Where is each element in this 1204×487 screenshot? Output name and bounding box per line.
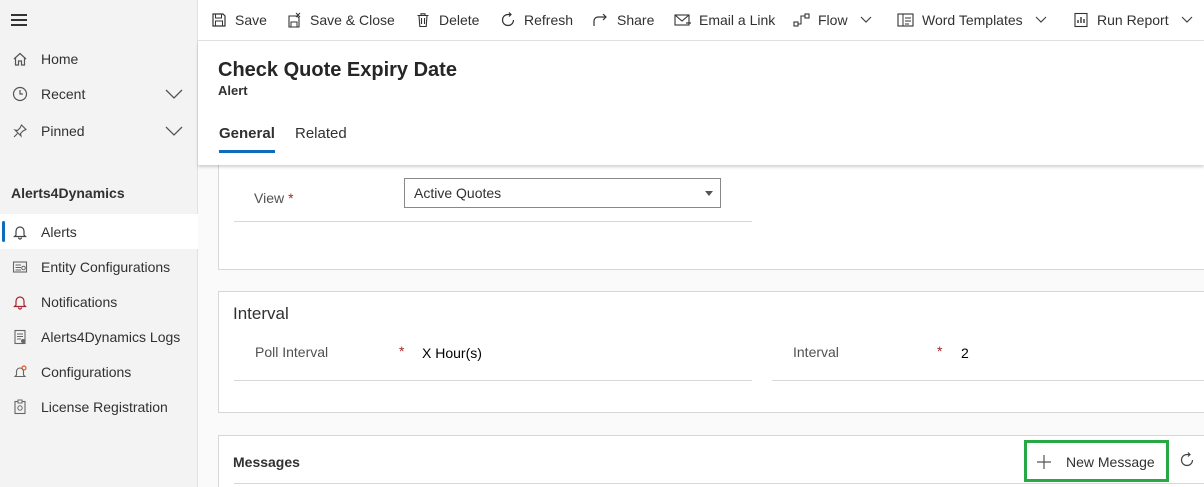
bell-icon (11, 293, 29, 311)
interval-section-title: Interval (233, 304, 289, 323)
sidebar-item-notifications[interactable]: Notifications (0, 284, 198, 319)
required-marker: * (937, 343, 943, 359)
chevron-down-icon[interactable] (1181, 16, 1193, 24)
save-close-icon (285, 11, 303, 29)
entity-type: Alert (218, 83, 248, 98)
chevron-down-icon[interactable] (164, 88, 184, 100)
sidebar-item-alerts[interactable]: Alerts (0, 214, 198, 249)
sidebar-item-label: Configurations (41, 363, 132, 380)
run-report-button[interactable]: Run Report (1072, 0, 1193, 40)
sidebar-item-label: Home (41, 50, 79, 67)
view-select[interactable]: Active Quotes (404, 178, 721, 208)
required-marker: * (399, 343, 405, 359)
sidebar-item-label: Alerts4Dynamics Logs (41, 328, 181, 345)
refresh-label: Refresh (524, 12, 574, 28)
sidebar-item-label: Pinned (41, 122, 85, 139)
report-icon (1072, 11, 1090, 29)
record-header: Check Quote Expiry Date Alert General Re… (198, 41, 1204, 165)
pin-icon (11, 122, 29, 140)
license-icon (11, 398, 29, 416)
view-select-value: Active Quotes (414, 185, 502, 201)
sidebar-item-entity-configurations[interactable]: Entity Configurations (0, 249, 198, 284)
settings-bell-icon (11, 363, 29, 381)
home-icon (11, 50, 29, 68)
sidebar-item-label: Entity Configurations (41, 258, 171, 275)
chevron-down-icon[interactable] (1035, 16, 1047, 24)
view-label-text: View (254, 190, 285, 206)
area-title: Alerts4Dynamics (11, 185, 125, 201)
word-template-icon (897, 11, 915, 29)
email-link-icon (674, 11, 692, 29)
new-message-button[interactable]: New Message (1024, 440, 1169, 482)
divider (234, 483, 1204, 484)
required-marker: * (288, 190, 294, 206)
sidebar-item-label: Notifications (41, 293, 118, 310)
sidebar-item-pinned[interactable]: Pinned (0, 113, 198, 148)
poll-interval-label: Poll Interval (255, 344, 329, 360)
new-message-label: New Message (1066, 454, 1155, 470)
interval-value[interactable]: 2 (961, 345, 969, 361)
command-bar: Save Save & Close Delete Refresh Share E… (198, 0, 1204, 41)
trash-icon (414, 11, 432, 29)
sidebar-item-logs[interactable]: Alerts4Dynamics Logs (0, 319, 198, 354)
poll-interval-value[interactable]: X Hour(s) (422, 345, 482, 361)
divider (772, 380, 1204, 381)
sidebar-item-recent[interactable]: Recent (0, 76, 198, 111)
share-button[interactable]: Share (592, 0, 654, 40)
page-title: Check Quote Expiry Date (218, 59, 457, 81)
delete-button[interactable]: Delete (414, 0, 479, 40)
sidebar-item-label: Alerts (41, 223, 77, 240)
chevron-down-icon[interactable] (860, 16, 872, 24)
email-link-label: Email a Link (699, 12, 776, 28)
refresh-icon[interactable] (1177, 450, 1197, 470)
view-label: View * (254, 190, 294, 206)
chevron-down-icon[interactable] (164, 125, 184, 137)
delete-label: Delete (439, 12, 480, 28)
sidebar: Home Recent Pinned Alerts4Dynamics Alert… (0, 0, 198, 487)
tab-general[interactable]: General (219, 125, 275, 153)
save-close-button[interactable]: Save & Close (285, 0, 395, 40)
messages-title: Messages (233, 454, 300, 470)
word-templates-label: Word Templates (922, 12, 1023, 28)
share-label: Share (617, 12, 655, 28)
save-close-label: Save & Close (310, 12, 395, 28)
divider (234, 380, 752, 381)
refresh-icon (499, 11, 517, 29)
log-icon (11, 328, 29, 346)
email-link-button[interactable]: Email a Link (674, 0, 775, 40)
flow-icon (793, 11, 811, 29)
share-icon (592, 11, 610, 29)
interval-section: Interval Poll Interval * X Hour(s) Inter… (218, 291, 1204, 413)
sidebar-item-label: License Registration (41, 398, 168, 415)
flow-button[interactable]: Flow (793, 0, 872, 40)
clock-icon (11, 85, 29, 103)
bell-icon (11, 223, 29, 241)
tab-related[interactable]: Related (295, 125, 347, 142)
view-section: View * Active Quotes (218, 155, 1204, 270)
entity-config-icon (11, 258, 29, 276)
form-content: View * Active Quotes Interval Poll Interv… (198, 155, 1204, 487)
sidebar-item-license-registration[interactable]: License Registration (0, 389, 198, 424)
sidebar-item-label: Recent (41, 85, 86, 102)
refresh-button[interactable]: Refresh (499, 0, 573, 40)
hamburger-menu-icon[interactable] (11, 14, 27, 26)
interval-label: Interval (793, 344, 839, 360)
sidebar-item-home[interactable]: Home (0, 41, 198, 76)
plus-icon (1037, 455, 1051, 469)
sidebar-item-configurations[interactable]: Configurations (0, 354, 198, 389)
save-label: Save (235, 12, 267, 28)
save-button[interactable]: Save (210, 0, 267, 40)
flow-label: Flow (818, 12, 848, 28)
run-report-label: Run Report (1097, 12, 1169, 28)
dropdown-caret-icon (705, 191, 713, 196)
word-templates-button[interactable]: Word Templates (897, 0, 1047, 40)
save-icon (210, 11, 228, 29)
divider (234, 221, 752, 222)
